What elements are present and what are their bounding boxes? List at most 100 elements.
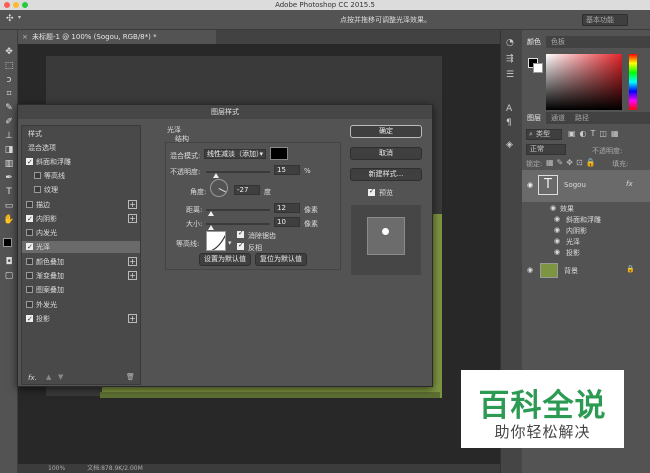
style-item[interactable]: 图案叠加 [22,284,140,296]
style-item[interactable]: 渐变叠加 + [22,270,140,282]
style-item-selected[interactable]: 光泽 [22,241,140,253]
minimize-window-button[interactable] [13,2,19,8]
eye-icon[interactable]: ◉ [554,215,560,223]
color-picker-field[interactable] [546,54,622,110]
zoom-window-button[interactable] [22,2,28,8]
close-window-button[interactable] [4,2,10,8]
effect-row[interactable]: ◉ 斜面和浮雕 [522,215,650,225]
fx-icon[interactable]: fx [626,180,633,188]
style-checkbox[interactable] [26,313,33,325]
shape-tool-icon[interactable]: ▭ [3,200,15,212]
chevron-down-icon[interactable]: ▾ [18,14,21,21]
invert-checkbox[interactable] [237,241,244,250]
hue-slider[interactable] [629,54,637,110]
style-item[interactable]: 等高线 [22,170,140,182]
effect-row[interactable]: ◉ 光泽 [522,237,650,247]
style-item[interactable]: 内阴影 + [22,213,140,225]
fx-menu-button[interactable]: fx. [28,374,37,382]
distance-input[interactable]: 12 [274,203,300,213]
tab-channels[interactable]: 通道 [546,112,570,124]
style-checkbox[interactable] [26,156,33,168]
style-item[interactable]: 内发光 [22,227,140,239]
3d-panel-icon[interactable]: ◈ [506,140,513,150]
add-style-button[interactable]: + [128,214,137,223]
opacity-input[interactable]: 15 [274,165,300,175]
eye-icon[interactable]: ◉ [527,266,533,274]
size-slider-thumb[interactable] [208,225,214,230]
add-style-button[interactable]: + [128,257,137,266]
add-style-button[interactable]: + [128,200,137,209]
style-checkbox[interactable] [26,213,33,225]
add-style-button[interactable]: + [128,271,137,280]
new-style-button[interactable]: 新建样式... [350,168,422,181]
contour-picker[interactable] [206,231,226,251]
layer-row-sogou[interactable]: ◉ T Sogou fx [522,170,650,202]
style-checkbox[interactable] [26,229,33,236]
size-slider[interactable] [206,223,270,225]
tab-paths[interactable]: 路径 [570,112,594,124]
style-item[interactable]: 描边 + [22,199,140,211]
lasso-tool-icon[interactable]: ↄ [3,74,15,86]
add-style-button[interactable]: + [128,314,137,323]
quick-mask-icon[interactable]: ◘ [3,256,15,268]
style-checkbox[interactable] [34,186,41,193]
style-checkbox[interactable] [26,272,33,279]
styles-header[interactable]: 样式 [22,128,140,140]
brush-tool-icon[interactable]: ✐ [3,116,15,128]
effects-row[interactable]: ◉ 效果 [522,204,650,214]
eye-icon[interactable]: ◉ [554,237,560,245]
layer-kind-filter[interactable]: ⌕ 类型 [526,129,562,140]
style-item[interactable]: 外发光 [22,299,140,311]
style-checkbox[interactable] [34,172,41,179]
history-panel-icon[interactable]: ◔ [506,38,514,48]
tab-swatches[interactable]: 色板 [546,36,570,48]
style-item[interactable]: 斜面和浮雕 [22,156,140,168]
layer-row-background[interactable]: ◉ 背景 🔒 [522,262,650,280]
eye-icon[interactable]: ◉ [554,248,560,256]
character-panel-icon[interactable]: A [506,104,512,114]
paragraph-panel-icon[interactable]: ¶ [506,118,512,128]
eye-icon[interactable]: ◉ [527,181,533,189]
foreground-color-swatch[interactable] [3,238,12,247]
distance-slider[interactable] [206,209,270,211]
move-up-icon[interactable]: ▲ [46,373,51,381]
eye-icon[interactable]: ◉ [550,204,556,212]
effect-row[interactable]: ◉ 内阴影 [522,226,650,236]
ok-button[interactable]: 确定 [350,125,422,138]
eraser-tool-icon[interactable]: ◨ [3,144,15,156]
eyedropper-tool-icon[interactable]: ✎ [3,102,15,114]
move-tool-icon[interactable]: ✣ [6,14,14,24]
layer-filter-icons[interactable]: ▣◐T◫▦ [568,129,623,138]
move-down-icon[interactable]: ▼ [58,373,63,381]
set-default-button[interactable]: 设置为默认值 [199,253,251,266]
cancel-button[interactable]: 取消 [350,147,422,160]
distance-slider-thumb[interactable] [208,211,214,216]
background-color-chip[interactable] [533,63,543,73]
properties-panel-icon[interactable]: ☰ [506,70,514,80]
chevron-down-icon[interactable]: ▾ [228,239,232,247]
close-icon[interactable]: × [22,30,28,44]
zoom-level[interactable]: 100% [48,465,65,472]
style-item[interactable]: 纹理 [22,184,140,196]
tab-color[interactable]: 颜色 [522,36,546,48]
workspace-select[interactable]: 基本功能 [582,14,628,26]
angle-input[interactable]: -27 [234,185,260,195]
trash-icon[interactable]: 🗑 [126,373,135,381]
satin-color-swatch[interactable] [270,147,288,160]
style-item[interactable]: 颜色叠加 + [22,256,140,268]
move-tool-icon[interactable]: ✥ [3,46,15,58]
eye-icon[interactable]: ◉ [554,226,560,234]
antialias-checkbox[interactable] [237,229,244,238]
angle-dial[interactable] [210,179,228,197]
preview-checkbox[interactable] [368,187,375,196]
style-checkbox[interactable] [26,286,33,293]
blend-mode-select[interactable]: 线性减淡（添加） ▾ [204,149,266,159]
adjustments-panel-icon[interactable]: ⇶ [506,54,514,64]
screen-mode-icon[interactable]: ▢ [3,270,15,282]
opacity-slider-thumb[interactable] [212,173,219,178]
lock-icons[interactable]: ▦✎✥⊡🔒 [546,158,599,167]
effect-row[interactable]: ◉ 投影 [522,248,650,258]
gradient-tool-icon[interactable]: ▥ [3,158,15,170]
layer-blend-mode[interactable]: 正常 [526,144,566,155]
marquee-tool-icon[interactable]: ⬚ [3,60,15,72]
